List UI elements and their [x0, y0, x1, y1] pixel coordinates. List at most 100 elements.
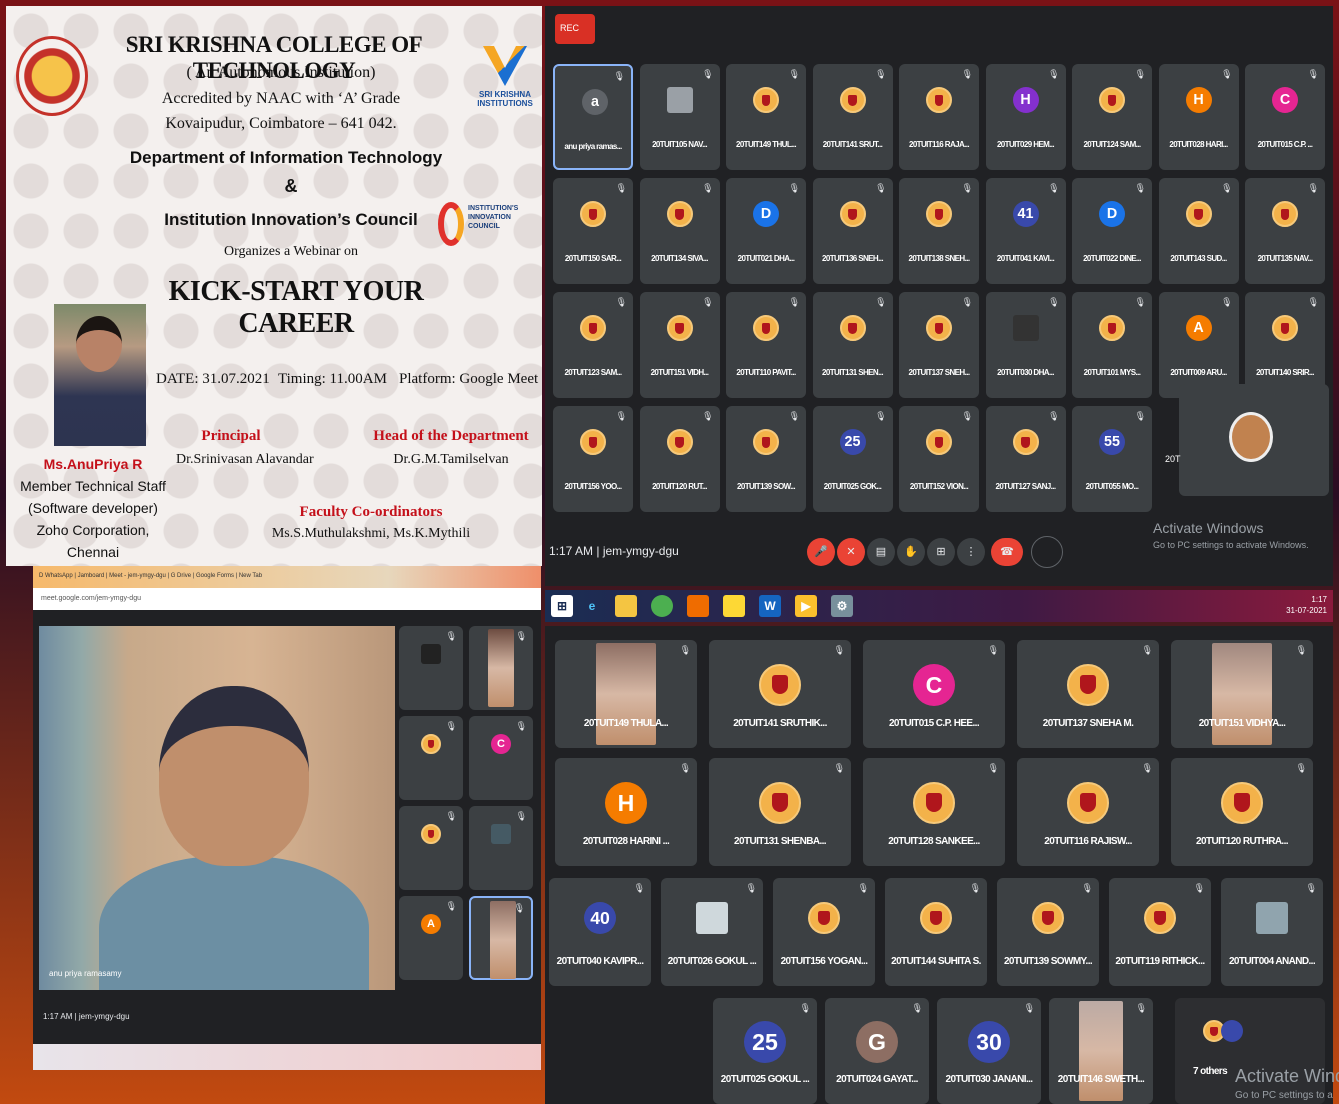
participant-avatar: [489, 901, 517, 979]
participant-tile[interactable]: 🎙 55 20TUIT055 MO...: [1072, 406, 1152, 512]
participant-tile[interactable]: 🎙 D 20TUIT022 DINE...: [1072, 178, 1152, 284]
folder-icon[interactable]: [615, 595, 637, 617]
participant-tile[interactable]: 🎙 20TUIT004 ANAND...: [1221, 878, 1323, 986]
paint-icon[interactable]: [687, 595, 709, 617]
participant-tile[interactable]: 🎙 H 20TUIT028 HARINI ...: [555, 758, 697, 866]
participant-tile[interactable]: 🎙: [399, 716, 463, 800]
participant-tile[interactable]: 🎙 20TUIT138 SNEH...: [899, 178, 979, 284]
participant-tile[interactable]: 🎙 20TUIT131 SHEN...: [812, 292, 893, 398]
participant-name: 20TUIT149 THUL...: [735, 140, 797, 150]
present-button[interactable]: ⊞: [927, 538, 955, 566]
participant-avatar: [1099, 87, 1125, 114]
participant-tile[interactable]: 🎙 20TUIT144 SUHITA S.: [885, 878, 987, 986]
participant-tile[interactable]: 🎙: [469, 806, 533, 890]
participant-name: 20TUIT127 SANJ...: [995, 482, 1056, 492]
participant-tile[interactable]: 🎙 a anu priya ramas...: [553, 64, 633, 170]
self-view-tile[interactable]: 20T: [1165, 384, 1329, 496]
hod-role: Head of the Department: [373, 428, 529, 444]
mic-muted-icon: 🎙: [799, 1003, 811, 1013]
sticky-notes-icon[interactable]: [723, 595, 745, 617]
participant-tile[interactable]: 🎙 20TUIT120 RUTHRA...: [1171, 758, 1313, 866]
participant-tile[interactable]: 🎙 20TUIT120 RUT...: [639, 406, 720, 512]
participant-tile[interactable]: 🎙 20TUIT143 SUD...: [1158, 178, 1239, 284]
participant-tile[interactable]: 🎙 C 20TUIT015 C.P. HEE...: [863, 640, 1005, 748]
participant-tile[interactable]: 🎙 20TUIT105 NAV...: [639, 64, 720, 170]
participant-tile[interactable]: 🎙 20TUIT026 GOKUL ...: [661, 878, 763, 986]
participant-tile[interactable]: 🎙 20TUIT110 PAVIT...: [726, 292, 806, 398]
self-avatar: [1229, 412, 1273, 462]
more-options-button[interactable]: ⋮: [957, 538, 985, 566]
participant-tile[interactable]: 🎙 C: [469, 716, 533, 800]
participant-tile[interactable]: 🎙: [399, 626, 463, 710]
participant-tile[interactable]: 🎙 20TUIT137 SNEHA M.: [1017, 640, 1159, 748]
participant-tile[interactable]: 🎙 25 20TUIT025 GOK...: [812, 406, 893, 512]
participant-tile[interactable]: 🎙 20TUIT140 SRIR...: [1245, 292, 1325, 398]
participant-tile[interactable]: 🎙 20TUIT131 SHENBA...: [709, 758, 851, 866]
participant-tile[interactable]: 🎙 20TUIT139 SOWMY...: [997, 878, 1099, 986]
principal-role: Principal: [201, 428, 261, 444]
participant-tile[interactable]: 🎙 20TUIT156 YOGAN...: [773, 878, 875, 986]
participant-tile[interactable]: 🎙 A 20TUIT009 ARU...: [1158, 292, 1239, 398]
participant-tile[interactable]: 🎙 20TUIT030 DHA...: [985, 292, 1066, 398]
ie-icon[interactable]: e: [581, 595, 603, 617]
participant-tile[interactable]: 🎙 20TUIT149 THUL...: [726, 64, 806, 170]
participant-tile[interactable]: 🎙 25 20TUIT025 GOKUL ...: [713, 998, 817, 1104]
participant-tile[interactable]: 🎙 40 20TUIT040 KAVIPR...: [549, 878, 651, 986]
participant-tile[interactable]: 🎙 G 20TUIT024 GAYAT...: [825, 998, 929, 1104]
browser-tabs[interactable]: D WhatsApp | Jamboard | Meet - jem-ymgy-…: [33, 566, 541, 588]
participant-tile[interactable]: 🎙 20TUIT134 SIVA...: [639, 178, 720, 284]
participant-tile[interactable]: 🎙 20TUIT151 VIDH...: [639, 292, 720, 398]
participant-tile[interactable]: 🎙 30 20TUIT030 JANANI...: [937, 998, 1041, 1104]
participant-tile[interactable]: 🎙 41 20TUIT041 KAVI...: [985, 178, 1066, 284]
word-icon[interactable]: W: [759, 595, 781, 617]
participant-tile[interactable]: 🎙 20TUIT151 VIDHYA...: [1171, 640, 1313, 748]
participant-tile[interactable]: 🎙 C 20TUIT015 C.P. ...: [1245, 64, 1325, 170]
participant-tile[interactable]: 🎙: [399, 806, 463, 890]
participant-tile[interactable]: 🎙 20TUIT137 SNEH...: [899, 292, 979, 398]
chrome-icon[interactable]: [651, 595, 673, 617]
participant-tile[interactable]: 🎙 20TUIT116 RAJISW...: [1017, 758, 1159, 866]
camera-toggle-button[interactable]: ✕: [837, 538, 865, 566]
participant-tile[interactable]: 🎙 20TUIT127 SANJ...: [985, 406, 1066, 512]
others-tile[interactable]: 7 others: [1175, 998, 1325, 1104]
participant-tile[interactable]: 🎙 20TUIT135 NAV...: [1245, 178, 1325, 284]
participant-tile[interactable]: 🎙 20TUIT152 VION...: [899, 406, 979, 512]
participant-tile[interactable]: 🎙 20TUIT128 SANKEE...: [863, 758, 1005, 866]
raise-hand-button[interactable]: ✋: [897, 538, 925, 566]
participant-tile[interactable]: 🎙: [469, 626, 533, 710]
participant-tile[interactable]: 🎙 20TUIT119 RITHICK...: [1109, 878, 1211, 986]
mic-muted-icon: 🎙: [875, 297, 887, 307]
participant-tile[interactable]: 🎙 20TUIT149 THULA...: [555, 640, 697, 748]
participant-tile[interactable]: 🎙 D 20TUIT021 DHA...: [726, 178, 806, 284]
media-icon[interactable]: ▶: [795, 595, 817, 617]
mic-toggle-button[interactable]: 🎤: [807, 538, 835, 566]
participant-avatar: [808, 901, 840, 934]
participant-tile[interactable]: 🎙 A: [399, 896, 463, 980]
start-icon[interactable]: ⊞: [551, 595, 573, 617]
participant-tile[interactable]: 🎙 20TUIT136 SNEH...: [812, 178, 893, 284]
settings-icon[interactable]: ⚙: [831, 595, 853, 617]
mic-muted-icon: 🎙: [969, 883, 981, 893]
participant-name: 20TUIT151 VIDHYA...: [1198, 717, 1286, 729]
captions-button[interactable]: ▤: [867, 538, 895, 566]
participant-tile[interactable]: 🎙: [469, 896, 533, 980]
participant-avatar: [666, 87, 693, 114]
participant-tile[interactable]: 🎙 20TUIT116 RAJA...: [899, 64, 979, 170]
participant-tile[interactable]: 🎙 20TUIT101 MYS...: [1072, 292, 1152, 398]
participant-tile[interactable]: 🎙 20TUIT124 SAM...: [1072, 64, 1152, 170]
participant-tile[interactable]: 🎙 20TUIT156 YOO...: [553, 406, 633, 512]
participant-tile[interactable]: 🎙 20TUIT150 SAR...: [553, 178, 633, 284]
participant-tile[interactable]: 🎙 20TUIT123 SAM...: [553, 292, 633, 398]
address-bar[interactable]: meet.google.com/jem-ymgy-dgu: [33, 588, 541, 610]
mic-muted-icon: 🎙: [679, 645, 691, 655]
participant-avatar: [421, 824, 441, 845]
participant-tile[interactable]: 🎙 H 20TUIT028 HARI...: [1158, 64, 1239, 170]
participant-tile[interactable]: 🎙 H 20TUIT029 HEM...: [985, 64, 1066, 170]
leave-call-button[interactable]: ☎: [991, 538, 1023, 566]
participant-tile[interactable]: 🎙 20TUIT139 SOW...: [726, 406, 806, 512]
participant-tile[interactable]: 🎙 20TUIT141 SRUT...: [812, 64, 893, 170]
principal-name: Dr.Srinivasan Alavandar: [176, 452, 314, 467]
participant-tile[interactable]: 🎙 20TUIT146 SWETH...: [1049, 998, 1153, 1104]
participant-avatar: H: [1185, 87, 1212, 114]
participant-tile[interactable]: 🎙 20TUIT141 SRUTHIK...: [709, 640, 851, 748]
